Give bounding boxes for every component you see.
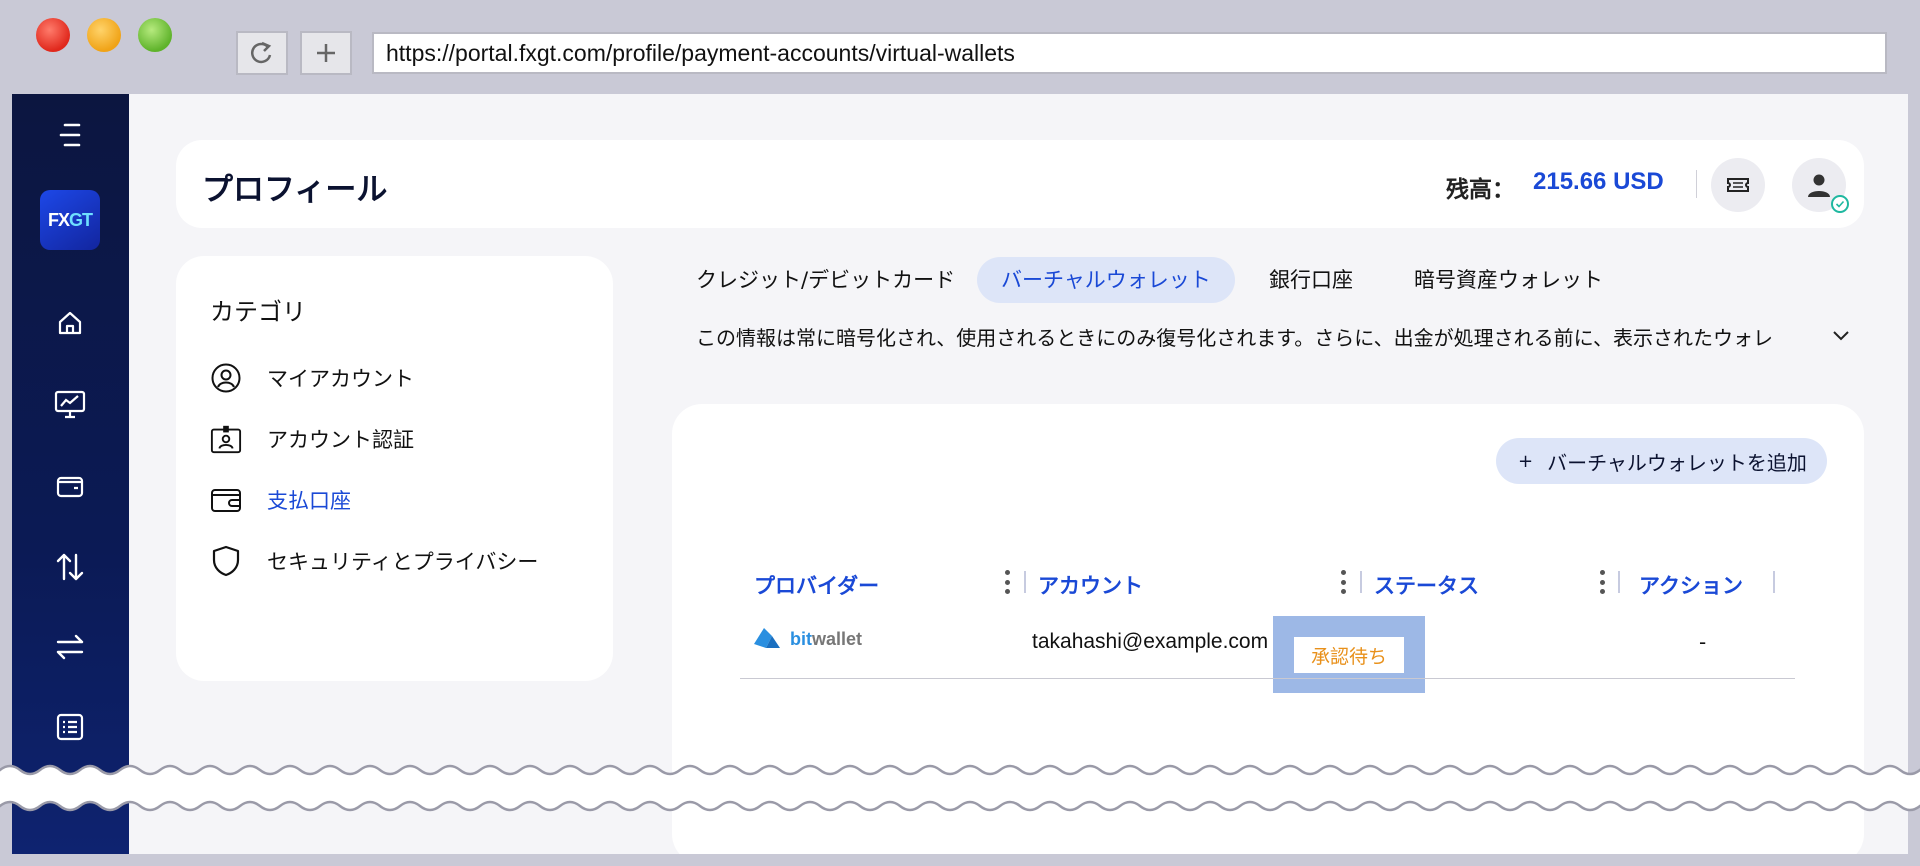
category-title: カテゴリ (210, 298, 306, 326)
page-viewport: FX GT プロフィール 残高： 215.66 USD カテゴリ マイアカウント… (12, 94, 1908, 854)
fxgt-logo[interactable]: FX GT (40, 190, 100, 250)
id-badge-icon (210, 423, 242, 455)
tickets-button[interactable] (1711, 158, 1765, 212)
category-item-label: 支払口座 (267, 489, 351, 513)
tab-virtual-wallets[interactable]: バーチャルウォレット (977, 257, 1235, 303)
nav-deposit-withdraw[interactable] (45, 542, 95, 592)
status-cell-highlight: 承認待ち (1273, 616, 1425, 693)
shield-icon (210, 545, 242, 577)
reload-icon (250, 41, 272, 64)
maximize-window-button[interactable] (138, 18, 172, 52)
profile-header: プロフィール 残高： 215.66 USD (176, 140, 1864, 228)
balance-value: 215.66 USD (1533, 168, 1664, 195)
verified-icon (1831, 195, 1849, 213)
home-icon (58, 311, 82, 335)
category-item-verification[interactable]: アカウント認証 (210, 419, 414, 459)
menu-toggle-button[interactable] (45, 110, 95, 160)
bitwallet-logo-icon (754, 628, 780, 648)
category-item-label: マイアカウント (267, 367, 414, 391)
user-icon (1808, 174, 1830, 197)
column-divider (1773, 571, 1775, 593)
nav-trading[interactable] (45, 379, 95, 429)
expand-notice-button[interactable] (1828, 323, 1854, 349)
ticket-icon (1727, 178, 1749, 192)
browser-window: https://portal.fxgt.com/profile/payment-… (0, 0, 1920, 866)
logo-gt: GT (69, 209, 93, 230)
category-item-my-account[interactable]: マイアカウント (210, 358, 414, 398)
category-item-payment-accounts[interactable]: 支払口座 (210, 480, 351, 520)
user-circle-icon (210, 362, 242, 394)
nav-transfer[interactable] (45, 622, 95, 672)
column-divider (1618, 571, 1620, 593)
bitwallet-logo: bit wallet (752, 626, 862, 652)
category-item-security[interactable]: セキュリティとプライバシー (210, 541, 538, 581)
logo-bit: bit (790, 628, 812, 649)
category-panel: カテゴリ マイアカウント アカウント認証 支払口座 セキュリティとプライバシー (176, 256, 613, 681)
row-divider (740, 678, 1795, 679)
column-menu-icon[interactable] (1598, 570, 1606, 594)
status-badge: 承認待ち (1294, 637, 1404, 673)
list-icon (56, 713, 84, 741)
minimize-window-button[interactable] (87, 18, 121, 52)
wallet-icon (56, 476, 84, 498)
transfer-updown-icon (56, 553, 84, 581)
tab-bank-accounts[interactable]: 銀行口座 (1245, 257, 1377, 303)
tab-crypto-wallets[interactable]: 暗号資産ウォレット (1390, 257, 1627, 303)
action-cell: - (1699, 630, 1707, 654)
account-email: takahashi@example.com (1032, 630, 1269, 653)
column-header-provider[interactable]: プロバイダー (754, 570, 879, 600)
plus-icon (317, 44, 335, 62)
add-button-label: バーチャルウォレットを追加 (1547, 450, 1807, 475)
column-header-account[interactable]: アカウント (1038, 570, 1143, 600)
torn-edge-decoration (0, 764, 1920, 812)
column-divider (1024, 571, 1026, 593)
wallet-icon (210, 484, 242, 516)
balance-label: 残高： (1446, 177, 1515, 203)
column-header-status[interactable]: ステータス (1374, 570, 1479, 600)
column-header-action[interactable]: アクション (1639, 570, 1743, 600)
column-divider (1360, 571, 1362, 593)
nav-home[interactable] (45, 298, 95, 348)
side-navigation: FX GT (12, 94, 129, 854)
plus-icon: + (1518, 450, 1534, 472)
exchange-icon (56, 634, 84, 660)
address-bar[interactable]: https://portal.fxgt.com/profile/payment-… (372, 32, 1887, 74)
logo-wallet: wallet (812, 628, 863, 649)
page-title: プロフィール (202, 172, 388, 208)
new-tab-button[interactable] (300, 31, 352, 75)
add-virtual-wallet-button[interactable]: + バーチャルウォレットを追加 (1496, 438, 1827, 484)
info-notice: この情報は常に暗号化され、使用されるときにのみ復号化されます。さらに、出金が処理… (696, 326, 1773, 350)
close-window-button[interactable] (36, 18, 70, 52)
chevron-down-icon (1833, 331, 1849, 341)
category-item-label: アカウント認証 (267, 428, 414, 452)
category-item-label: セキュリティとプライバシー (267, 550, 539, 574)
nav-wallet[interactable] (45, 461, 95, 511)
header-divider (1696, 170, 1697, 198)
url-text: https://portal.fxgt.com/profile/payment-… (386, 39, 1015, 66)
tab-credit-debit-card[interactable]: クレジット/デビットカード (672, 257, 979, 303)
reload-button[interactable] (236, 31, 288, 75)
column-menu-icon[interactable] (1339, 570, 1347, 594)
menu-icon (59, 123, 81, 147)
column-menu-icon[interactable] (1003, 570, 1011, 594)
chart-monitor-icon (54, 390, 86, 419)
nav-history[interactable] (45, 702, 95, 752)
logo-fx: FX (47, 209, 70, 230)
